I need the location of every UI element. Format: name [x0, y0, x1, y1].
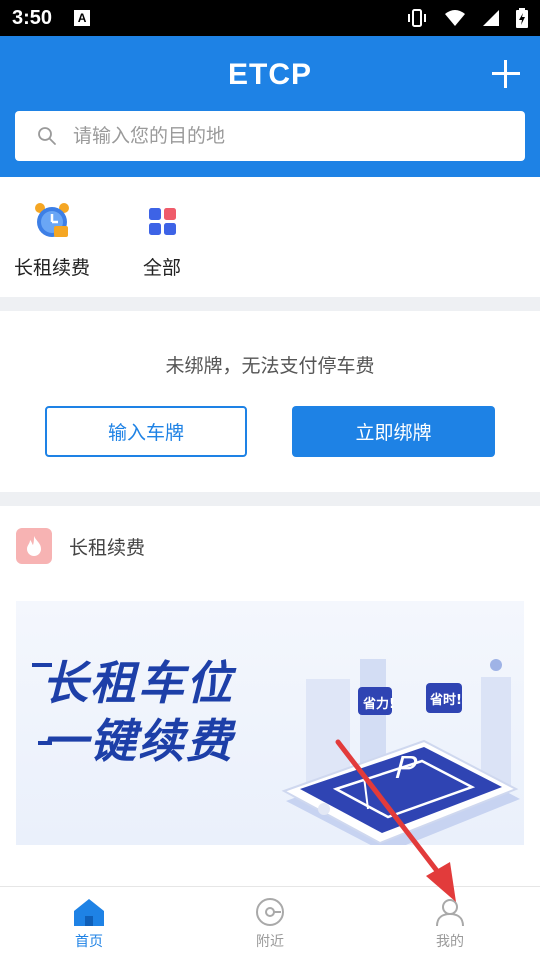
tab-label: 我的 [436, 934, 464, 950]
user-icon [436, 899, 464, 927]
status-bar: 3:50 A [0, 0, 540, 36]
search-box[interactable] [15, 111, 525, 161]
notification-icon: A [74, 10, 91, 26]
tab-label: 附近 [256, 934, 284, 950]
long-rent-section: 长租续费 长租车位 一键续费 省力! 省时! P [0, 506, 540, 886]
flame-icon [27, 536, 41, 556]
flame-icon-box [16, 528, 52, 564]
banner-tag-1: 省力! [363, 697, 395, 712]
header: ETCP [0, 36, 540, 177]
quick-item-label: 全部 [142, 257, 181, 279]
home-icon [74, 899, 104, 926]
screen: 3:50 A ETCP 请输入您的目的地 长租续费 全部 未绑牌，无法支付停车费… [0, 0, 540, 960]
long-rent-title: 长租续费 [69, 536, 146, 559]
input-plate-button[interactable]: 输入车牌 [45, 406, 247, 457]
quick-item-long-rent[interactable]: 长租续费 [14, 201, 90, 280]
quick-item-label: 长租续费 [14, 257, 91, 279]
bottom-tab-bar: 首页 附近 我的 [0, 886, 540, 960]
signal-icon [483, 10, 499, 26]
alarm-clock-icon [35, 203, 69, 237]
long-rent-banner[interactable]: 长租车位 一键续费 省力! 省时! P [16, 601, 524, 845]
tab-label: 首页 [75, 934, 103, 950]
quick-item-all[interactable]: 全部 [142, 201, 182, 280]
search-icon [38, 127, 56, 145]
bind-plate-button[interactable]: 立即绑牌 [292, 406, 495, 457]
search-input[interactable] [73, 125, 493, 147]
tab-home[interactable]: 首页 [44, 897, 134, 951]
battery-icon [516, 8, 528, 28]
banner-headline-2: 一键续费 [42, 714, 234, 768]
grid-apps-icon [149, 208, 176, 235]
parking-phone-illustration [281, 659, 520, 845]
long-rent-header: 长租续费 [16, 528, 145, 564]
wifi-icon [445, 10, 465, 26]
status-time: 3:50 [12, 6, 53, 29]
plate-card: 未绑牌，无法支付停车费 输入车牌 立即绑牌 [0, 311, 540, 492]
vibrate-icon [408, 9, 426, 27]
compass-icon [256, 898, 284, 926]
unbound-plate-message: 未绑牌，无法支付停车费 [165, 355, 375, 377]
tab-nearby[interactable]: 附近 [225, 897, 315, 951]
banner-headline-1: 长租车位 [42, 656, 234, 710]
app-title: ETCP [227, 58, 312, 91]
add-button[interactable] [490, 58, 522, 90]
status-icons [406, 8, 528, 28]
quick-entries: 长租续费 全部 [0, 177, 540, 297]
banner-tag-2: 省时! [430, 693, 462, 708]
tab-mine[interactable]: 我的 [405, 897, 495, 951]
